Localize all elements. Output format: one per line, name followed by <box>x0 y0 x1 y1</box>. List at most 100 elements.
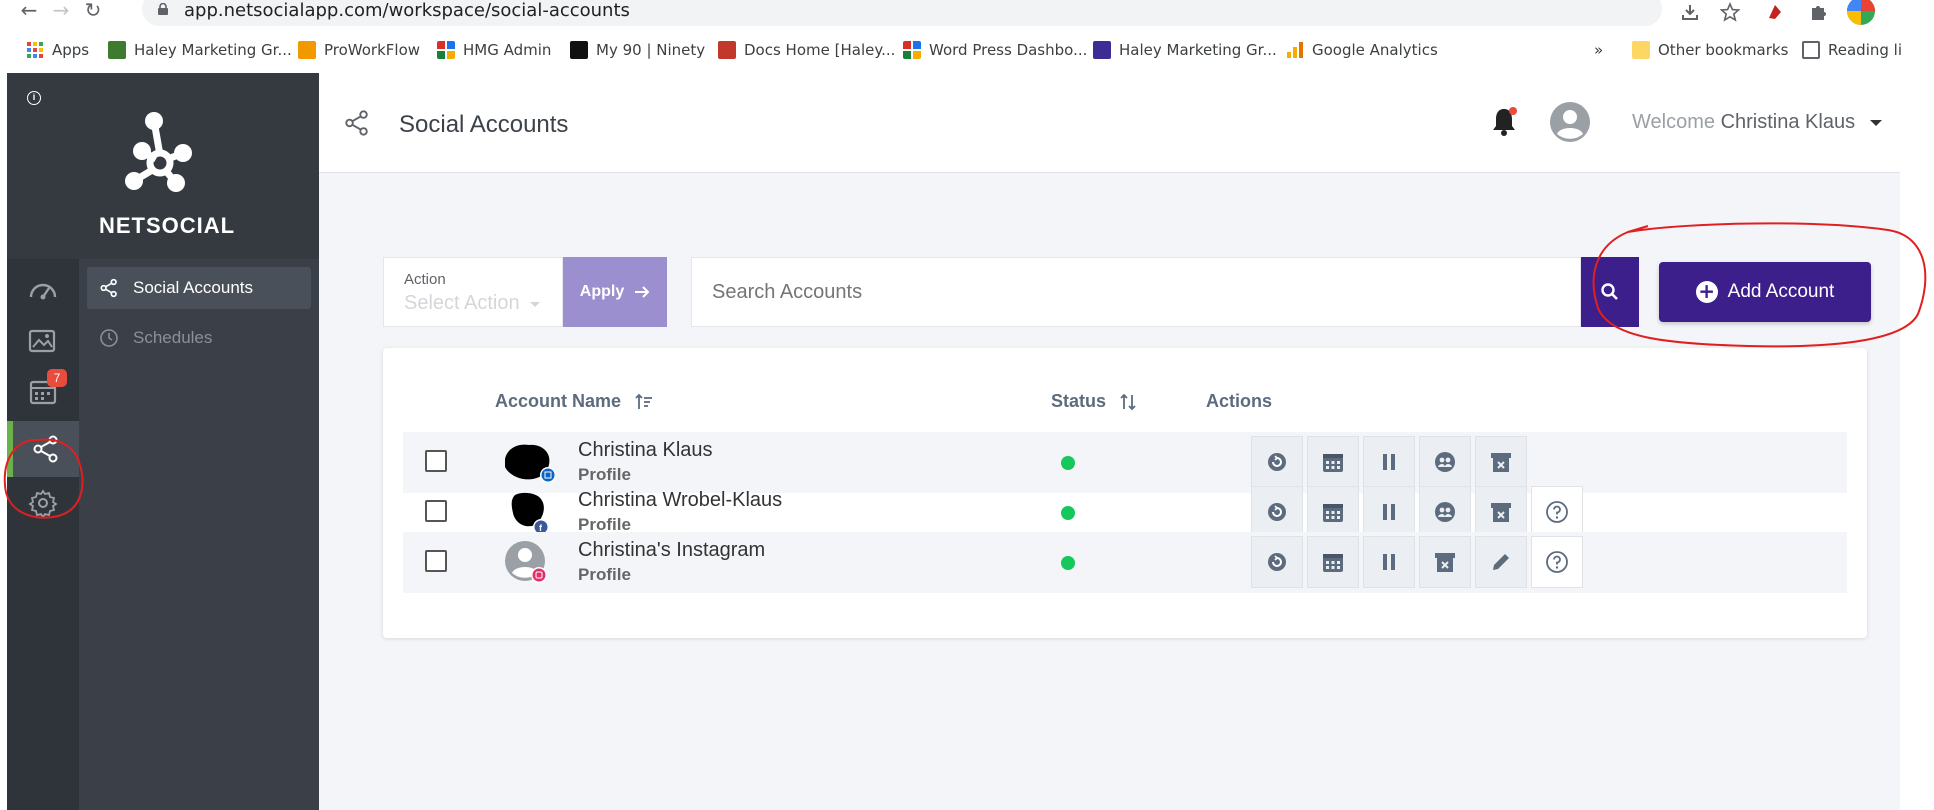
pause-button[interactable] <box>1363 486 1415 538</box>
share-icon <box>100 278 117 298</box>
avatar <box>505 541 547 583</box>
rail-media[interactable] <box>7 313 79 369</box>
bookmark-proworkflow[interactable]: ProWorkFlow <box>298 41 420 59</box>
address-bar[interactable]: app.netsocialapp.com/workspace/social-ac… <box>142 0 1662 26</box>
forward-icon[interactable]: → <box>50 0 72 22</box>
apps-grid-icon <box>27 42 43 58</box>
calendar-icon <box>1323 554 1343 572</box>
rail-settings[interactable] <box>7 475 79 531</box>
refresh-button[interactable] <box>1251 536 1303 588</box>
groups-button[interactable] <box>1419 436 1471 488</box>
sub-navigation: Social Accounts Schedules <box>79 259 319 810</box>
groups-icon <box>1435 452 1455 472</box>
chevron-down-icon <box>530 302 541 307</box>
bookmark-label: Docs Home [Haley... <box>744 41 896 59</box>
pause-button[interactable] <box>1363 536 1415 588</box>
info-icon[interactable]: i <box>27 91 41 105</box>
rail-social-accounts[interactable] <box>7 421 79 477</box>
edit-button[interactable] <box>1475 536 1527 588</box>
bookmark-label: Other bookmarks <box>1658 41 1789 59</box>
user-avatar-icon[interactable] <box>1549 101 1591 143</box>
bookmark-other[interactable]: Other bookmarks <box>1632 41 1788 59</box>
sort-icon[interactable] <box>635 393 653 411</box>
rail-calendar[interactable]: 7 <box>7 363 79 419</box>
bookmark-wordpress[interactable]: Word Press Dashbo... <box>903 41 1087 59</box>
bookmark-apps[interactable]: Apps <box>26 41 89 59</box>
schedule-button[interactable] <box>1307 536 1359 588</box>
plus-circle-icon: + <box>1695 281 1718 303</box>
row-checkbox[interactable] <box>425 450 447 472</box>
archive-button[interactable] <box>1419 536 1471 588</box>
add-account-label: Add Account <box>1727 281 1835 302</box>
puzzle-icon[interactable] <box>1808 2 1828 22</box>
profile-avatar-icon[interactable] <box>1846 0 1876 26</box>
user-name: Christina Klaus <box>1720 111 1856 133</box>
row-checkbox[interactable] <box>425 500 447 522</box>
row-actions <box>1251 436 1527 488</box>
account-name: Christina's Instagram <box>578 539 766 561</box>
action-placeholder: Select Action <box>404 292 541 315</box>
groups-button[interactable] <box>1419 486 1471 538</box>
bookmarks-overflow[interactable]: » <box>1594 41 1603 59</box>
extension-red-icon[interactable] <box>1765 2 1785 22</box>
logo-area: i NETSOCIAL <box>7 73 319 259</box>
netsocial-logo-icon <box>125 112 192 192</box>
media-icon <box>28 329 56 353</box>
search-button[interactable] <box>1581 257 1639 327</box>
star-icon[interactable] <box>1720 2 1740 22</box>
column-status[interactable]: Status <box>1051 391 1136 412</box>
reading-list-label: Reading li <box>1828 41 1902 59</box>
action-select[interactable]: Action Select Action <box>383 257 563 327</box>
schedule-button[interactable] <box>1307 486 1359 538</box>
rail-dashboard[interactable] <box>7 263 79 319</box>
schedule-button[interactable] <box>1307 436 1359 488</box>
add-account-button[interactable]: + Add Account <box>1659 262 1871 322</box>
instagram-icon <box>532 568 546 582</box>
proworkflow-icon <box>298 41 316 59</box>
calendar-icon <box>1323 504 1343 522</box>
page-title: Social Accounts <box>399 111 569 138</box>
column-label: Status <box>1051 391 1107 411</box>
bookmark-ninety[interactable]: My 90 | Ninety <box>570 41 705 59</box>
subnav-schedules[interactable]: Schedules <box>87 317 311 359</box>
pause-button[interactable] <box>1363 436 1415 488</box>
bell-icon[interactable] <box>1489 106 1519 138</box>
install-icon[interactable] <box>1680 2 1700 22</box>
folder-icon <box>1632 41 1650 59</box>
refresh-icon <box>1268 453 1286 471</box>
bookmark-docs-home[interactable]: Docs Home [Haley... <box>718 41 895 59</box>
chevron-down-icon <box>1869 119 1882 126</box>
bookmark-label: Apps <box>52 41 90 59</box>
refresh-button[interactable] <box>1251 486 1303 538</box>
browser-toolbar: ← → ↻ app.netsocialapp.com/workspace/soc… <box>0 0 1934 26</box>
reload-icon[interactable]: ↻ <box>82 0 104 22</box>
archive-button[interactable] <box>1475 436 1527 488</box>
dashboard-icon <box>29 283 57 300</box>
back-icon[interactable]: ← <box>18 0 40 22</box>
column-label: Actions <box>1206 391 1273 411</box>
column-account-name[interactable]: Account Name <box>495 391 653 412</box>
bookmark-google-analytics[interactable]: Google Analytics <box>1286 41 1438 59</box>
brand-name: NETSOCIAL <box>99 213 236 238</box>
sort-icon[interactable] <box>1120 393 1136 411</box>
refresh-button[interactable] <box>1251 436 1303 488</box>
avatar: f <box>511 492 549 533</box>
apply-button[interactable]: Apply <box>563 257 667 327</box>
clock-icon <box>100 329 118 347</box>
search-input[interactable] <box>691 257 1581 327</box>
row-actions <box>1251 536 1583 588</box>
reading-list[interactable]: Reading li <box>1802 41 1902 59</box>
row-checkbox[interactable] <box>425 550 447 572</box>
bookmark-hmg-admin[interactable]: HMG Admin <box>437 41 551 59</box>
table-row: Christina's Instagram Profile <box>403 532 1847 593</box>
page-header: Social Accounts Welcome Christina Klaus <box>319 73 1900 173</box>
bookmark-label: Haley Marketing Gr... <box>1119 41 1277 59</box>
wordpress-icon <box>903 41 921 59</box>
welcome-user-menu[interactable]: Welcome Christina Klaus <box>1632 111 1883 134</box>
help-button[interactable] <box>1531 486 1583 538</box>
bookmark-haley-marketing-2[interactable]: Haley Marketing Gr... <box>1093 41 1277 59</box>
archive-button[interactable] <box>1475 486 1527 538</box>
bookmark-haley-marketing-1[interactable]: Haley Marketing Gr... <box>108 41 292 59</box>
subnav-social-accounts[interactable]: Social Accounts <box>87 267 311 309</box>
help-button[interactable] <box>1531 536 1583 588</box>
